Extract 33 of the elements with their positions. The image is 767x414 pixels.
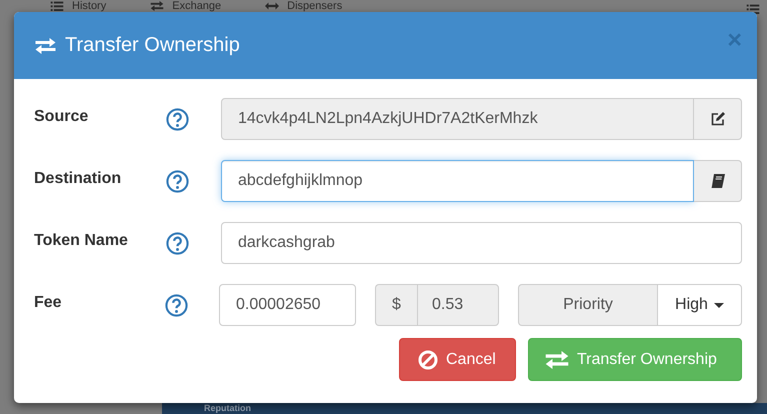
exchange-arrows-icon: [35, 38, 56, 54]
edit-icon: [710, 111, 726, 127]
input-field[interactable]: 0.00002650: [219, 284, 356, 326]
caret-icon: [714, 302, 724, 308]
book-icon: [710, 173, 726, 189]
nav-link[interactable]: Dispensers: [265, 0, 342, 12]
help-icon[interactable]: [166, 170, 189, 192]
list-icon: [50, 1, 64, 11]
priority-dropdown[interactable]: High: [657, 284, 742, 326]
input-field[interactable]: abcdefghijklmnop: [221, 160, 694, 202]
exchange-arrows-icon: [150, 1, 164, 11]
help-icon[interactable]: [164, 294, 188, 316]
input-field[interactable]: darkcashgrab: [221, 222, 742, 264]
field-label: Token Name: [34, 232, 129, 250]
fiat-value: 0.53: [417, 284, 499, 326]
help-icon[interactable]: [166, 108, 189, 130]
dialog-title: Transfer Ownership: [65, 34, 240, 57]
edit-button[interactable]: [694, 98, 742, 140]
panel-title: Reputation: [204, 403, 252, 414]
cancel-button[interactable]: Cancel: [399, 338, 516, 381]
priority-label: Priority: [518, 284, 657, 326]
exchange-arrows-icon: [545, 350, 569, 368]
transfer-ownership-button[interactable]: Transfer Ownership: [528, 338, 742, 381]
field-label: Destination: [34, 170, 122, 188]
currency-symbol: $: [375, 284, 417, 326]
left-right-arrow-icon: [265, 1, 280, 11]
field-label: Source: [34, 108, 90, 126]
nav-link[interactable]: History: [50, 0, 106, 12]
ban-icon: [418, 350, 438, 370]
help-icon[interactable]: [166, 232, 189, 254]
address-book-button[interactable]: [694, 160, 742, 202]
nav-link[interactable]: Exchange: [150, 0, 222, 12]
field-label: Fee: [34, 294, 63, 312]
